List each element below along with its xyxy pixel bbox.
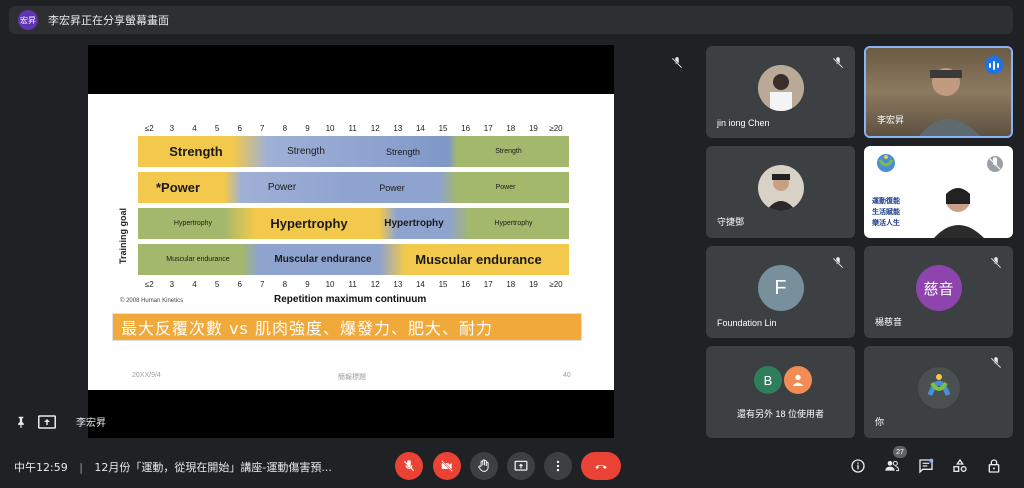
strength-label-3: Strength <box>385 146 421 157</box>
chat-button[interactable] <box>916 456 936 476</box>
footer-page: 40 <box>563 372 571 379</box>
clock-time: 中午12:59 <box>14 461 68 474</box>
sharing-banner: 宏昇 李宏昇正在分享螢幕畫面 <box>9 6 1013 34</box>
power-band: *Power Power Power Power <box>138 172 569 203</box>
footer-date: 20XX/9/4 <box>132 372 161 379</box>
participant-tile-self[interactable]: 你 <box>864 346 1013 438</box>
strength-band: Strength Strength Strength Strength <box>138 136 569 167</box>
info-icon <box>851 459 865 473</box>
participants-count-badge: 27 <box>893 446 907 458</box>
sharing-text: 李宏昇正在分享螢幕畫面 <box>48 14 169 27</box>
speaking-indicator <box>985 56 1003 74</box>
foundation-logo-icon <box>877 154 895 172</box>
meeting-title[interactable]: 12月份「運動，從現在開始」講座-運動傷害預... <box>94 461 331 474</box>
participant-avatar <box>757 165 804 212</box>
camera-off-icon <box>441 460 453 472</box>
participant-tile-speaker[interactable]: 李宏昇 <box>864 46 1013 138</box>
participant-name: 你 <box>875 417 885 427</box>
mic-off-icon <box>990 357 1002 369</box>
more-icon <box>556 460 560 472</box>
people-icon <box>885 460 900 472</box>
strength-label-4: Strength <box>495 148 522 155</box>
activities-button[interactable] <box>950 456 970 476</box>
bottom-ticks: ≤2 3 4 5 6 7 8 9 10 11 12 13 14 15 16 17 18 19 ≥20 <box>144 280 563 289</box>
separator: | <box>79 461 83 474</box>
participant-name: 守捷鄧 <box>717 217 745 227</box>
presentation-slide: Training goal ≤2 3 4 5 6 7 8 9 10 11 12 13 14 15 16 17 1… <box>88 94 614 390</box>
participant-avatar: 慈音 <box>915 265 962 312</box>
mic-toggle-button[interactable] <box>395 452 423 480</box>
power-label-3: Power <box>379 182 405 193</box>
top-ticks: ≤2 3 4 5 6 7 8 9 10 11 12 13 14 15 16 17 18 19 ≥20 <box>144 124 563 133</box>
participant-tile-others[interactable]: B 還有另外 18 位使用者 <box>706 346 855 438</box>
meeting-details-button[interactable] <box>848 456 868 476</box>
copyright: © 2008 Human Kinetics <box>120 298 184 304</box>
hypertrophy-label-3: Hypertrophy <box>384 218 444 229</box>
shared-screen[interactable]: Training goal ≤2 3 4 5 6 7 8 9 10 11 12 13 14 15 16 17 1… <box>88 45 614 438</box>
participant-tile-jin-iong-chen[interactable]: jin iong Chen <box>706 46 855 138</box>
pin-icon[interactable] <box>14 415 28 429</box>
participant-avatar <box>757 65 804 112</box>
self-avatar <box>915 365 962 412</box>
endurance-label-3: Muscular endurance <box>415 252 542 267</box>
person-icon <box>784 366 812 394</box>
participant-video <box>934 188 984 238</box>
mic-off-icon <box>832 257 844 269</box>
meeting-info: 中午12:59 | 12月份「運動，從現在開始」講座-運動傷害預... <box>14 459 332 475</box>
participant-avatar: B <box>754 366 782 394</box>
activities-icon <box>953 458 967 472</box>
training-chart: Training goal ≤2 3 4 5 6 7 8 9 10 11 12 13 14 15 16 17 1… <box>108 122 578 308</box>
presenter-avatar: 宏昇 <box>18 10 38 30</box>
raise-hand-icon <box>478 459 489 472</box>
endurance-label-1: Muscular endurance <box>166 256 230 263</box>
others-count-label: 還有另外 18 位使用者 <box>736 409 824 419</box>
end-call-button[interactable] <box>581 452 621 480</box>
mic-off-icon <box>403 460 415 472</box>
participant-tile-yang[interactable]: 慈音 楊慈音 <box>864 246 1013 338</box>
participant-name: Foundation Lin <box>717 318 777 328</box>
host-controls-icon <box>988 459 1000 473</box>
logo-lines: 運動復能 生活賦能 樂活人生 <box>872 197 900 227</box>
chat-icon <box>919 458 934 474</box>
y-axis-label: Training goal <box>118 207 128 264</box>
endurance-label-2: Muscular endurance <box>274 254 372 265</box>
raise-hand-button[interactable] <box>470 452 498 480</box>
hypertrophy-band: Hypertrophy Hypertrophy Hypertrophy Hype… <box>138 208 569 239</box>
hypertrophy-label-1: Hypertrophy <box>173 220 213 227</box>
mic-off-icon <box>832 57 844 69</box>
participant-name: jin iong Chen <box>717 118 770 128</box>
caption-bar: 最大反覆次數 vs 肌肉強度、爆發力、肥大、耐力 <box>112 313 582 341</box>
participant-tile-foundation-lin[interactable]: F Foundation Lin <box>706 246 855 338</box>
present-small-icon[interactable] <box>38 414 56 429</box>
hypertrophy-label-2: Hypertrophy <box>270 216 348 231</box>
participant-name: 楊慈音 <box>875 317 903 327</box>
participant-tile-foundation-video[interactable]: 運動復能 生活賦能 樂活人生 <box>864 146 1013 238</box>
presenter-info: 李宏昇 <box>14 414 106 429</box>
camera-toggle-button[interactable] <box>433 452 461 480</box>
endurance-band: Muscular endurance Muscular endurance Mu… <box>138 244 569 275</box>
presenter-name: 李宏昇 <box>76 418 106 429</box>
more-options-button[interactable] <box>544 452 572 480</box>
others-avatars: B <box>754 366 812 394</box>
participant-avatar: F <box>757 265 804 312</box>
mic-off-icon <box>990 257 1002 269</box>
participant-tile-shou-jie[interactable]: 守捷鄧 <box>706 146 855 238</box>
x-axis-label: Repetition maximum continuum <box>274 294 427 305</box>
footer-title: 簡報標題 <box>338 374 366 381</box>
power-label-2: Power <box>267 182 297 193</box>
participant-name: 李宏昇 <box>877 115 905 125</box>
strength-label-1: Strength <box>169 144 223 159</box>
mic-off-icon <box>987 156 1003 172</box>
power-label-1: *Power <box>156 180 201 195</box>
host-controls-button[interactable] <box>984 456 1004 476</box>
present-icon <box>514 460 528 471</box>
end-call-icon <box>595 464 607 469</box>
strength-label-2: Strength <box>287 146 325 157</box>
hypertrophy-label-4: Hypertrophy <box>494 220 533 227</box>
people-button[interactable] <box>882 456 902 476</box>
present-button[interactable] <box>507 452 535 480</box>
power-label-4: Power <box>495 184 516 191</box>
mic-off-icon <box>671 57 683 69</box>
